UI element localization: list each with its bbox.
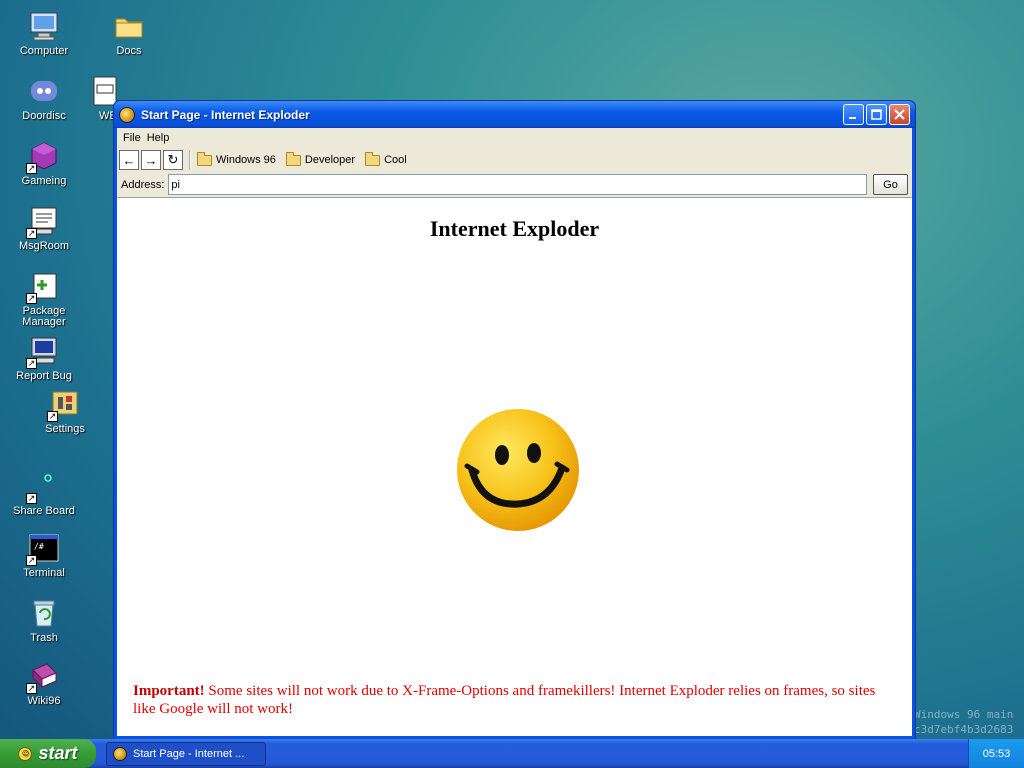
- terminal-icon: /# ↗: [26, 532, 60, 566]
- close-button[interactable]: [889, 104, 910, 125]
- favorite-label: Cool: [384, 154, 407, 166]
- shortcut-arrow-icon: ↗: [26, 555, 37, 566]
- desktop-icon-label: Package Manager: [22, 305, 66, 328]
- system-tray: 05:53: [968, 739, 1024, 768]
- taskbar-item-browser[interactable]: Start Page - Internet ...: [106, 741, 266, 766]
- taskbar-item-label: Start Page - Internet ...: [133, 747, 245, 760]
- folder-icon: [365, 151, 381, 166]
- shortcut-arrow-icon: ↗: [26, 163, 37, 174]
- shortcut-arrow-icon: ↗: [26, 293, 37, 304]
- notice-strong: Important!: [133, 683, 205, 699]
- notice-text: Some sites will not work due to X-Frame-…: [133, 683, 876, 717]
- shortcut-arrow-icon: ↗: [26, 683, 37, 694]
- page-content: Internet Exploder Important! Some sites …: [117, 198, 912, 736]
- package-icon: ↗: [26, 270, 60, 304]
- back-button[interactable]: ←: [119, 150, 139, 170]
- desktop-icon-label: Settings: [45, 423, 85, 435]
- desktop-icon-label: Share Board: [13, 505, 75, 517]
- internet-exploder-icon: [113, 746, 127, 761]
- desktop-icon-settings[interactable]: ↗ Settings: [25, 388, 105, 435]
- address-bar: Address: Go: [117, 172, 912, 198]
- start-label: start: [38, 743, 78, 763]
- share-board-icon: ↗: [26, 470, 60, 504]
- computer-icon: [28, 10, 60, 42]
- minimize-icon: [849, 117, 856, 119]
- desktop-icon-computer[interactable]: Computer: [4, 10, 84, 57]
- back-arrow-icon: ←: [122, 152, 136, 168]
- desktop-icon-share-board[interactable]: ↗ Share Board: [4, 470, 84, 517]
- address-input[interactable]: [168, 174, 867, 195]
- desktop-icon-label: Wiki96: [27, 695, 61, 707]
- book-icon: ↗: [26, 660, 60, 694]
- start-button[interactable]: ☺ start: [0, 739, 96, 768]
- desktop-icon-gameing[interactable]: ↗ Gameing: [4, 140, 84, 187]
- folder-icon: [197, 151, 212, 166]
- taskbar: ☺ start Start Page - Internet ... 05:53: [0, 739, 1024, 768]
- desktop-icon-label: Report Bug: [16, 370, 72, 382]
- desktop-icon-label: Gameing: [21, 175, 67, 187]
- maximize-button[interactable]: [866, 104, 887, 125]
- refresh-icon: ↻: [167, 152, 179, 167]
- discord-icon: [28, 75, 60, 107]
- toolbar-separator: [189, 150, 191, 170]
- toolbar: ← → ↻ Windows 96 Developer Cool: [117, 148, 912, 172]
- recycle-bin-icon: [28, 597, 60, 629]
- desktop-icon-terminal[interactable]: /# ↗ Terminal: [4, 532, 84, 579]
- build-watermark: Windows 96 main c3d7ebf4b3d2683: [914, 707, 1024, 737]
- shortcut-arrow-icon: ↗: [47, 411, 58, 422]
- clock[interactable]: 05:53: [983, 748, 1011, 760]
- watermark-line: c3d7ebf4b3d2683: [914, 723, 1014, 736]
- window-client: File Help ← → ↻ Windows 96 Developer Coo…: [117, 128, 912, 736]
- browser-window: Start Page - Internet Exploder File Help…: [113, 100, 916, 740]
- forward-arrow-icon: →: [144, 152, 158, 168]
- desktop-icon-report-bug[interactable]: ↗ Report Bug: [4, 335, 84, 382]
- favorite-windows-96[interactable]: Windows 96: [197, 151, 276, 166]
- desktop-icon-trash[interactable]: Trash: [4, 597, 84, 644]
- desktop-icon-docs[interactable]: Docs: [89, 10, 169, 57]
- menu-file[interactable]: File: [120, 132, 144, 144]
- chat-icon: ↗: [26, 205, 60, 239]
- window-titlebar[interactable]: Start Page - Internet Exploder: [114, 101, 915, 128]
- monitor-bug-icon: ↗: [26, 335, 60, 369]
- favorite-developer[interactable]: Developer: [285, 151, 356, 166]
- favorite-cool[interactable]: Cool: [365, 151, 407, 166]
- settings-icon: ↗: [47, 388, 81, 422]
- svg-text:/#: /#: [34, 542, 44, 551]
- desktop-icon-wiki96[interactable]: ↗ Wiki96: [4, 660, 84, 707]
- desktop-icon-label: Computer: [19, 45, 69, 57]
- shortcut-arrow-icon: ↗: [26, 228, 37, 239]
- shortcut-arrow-icon: ↗: [26, 493, 37, 504]
- desktop-icon-label: Terminal: [23, 567, 65, 579]
- desktop-icon-label: Doordisc: [22, 110, 66, 122]
- desktop-icon-package-manager[interactable]: ↗ Package Manager: [4, 270, 84, 328]
- favorite-label: Windows 96: [216, 154, 276, 166]
- window-title: Start Page - Internet Exploder: [141, 107, 310, 122]
- internet-exploder-icon: [119, 106, 135, 123]
- close-icon: [894, 109, 905, 120]
- minimize-button[interactable]: [843, 104, 864, 125]
- desktop-icon-msgroom[interactable]: ↗ MsgRoom: [4, 205, 84, 252]
- shortcut-arrow-icon: ↗: [26, 358, 37, 369]
- folder-icon: [285, 151, 301, 166]
- desktop-icon-doordisc[interactable]: Doordisc: [4, 75, 84, 122]
- smiley-start-icon: ☺: [18, 746, 33, 761]
- desktop-icon-label: Docs: [116, 45, 142, 57]
- forward-button[interactable]: →: [141, 150, 161, 170]
- watermark-line: Windows 96 main: [914, 708, 1014, 721]
- frames-warning-notice: Important! Some sites will not work due …: [133, 682, 894, 718]
- game-cube-icon: ↗: [26, 140, 60, 174]
- menu-help[interactable]: Help: [144, 132, 173, 144]
- go-button[interactable]: Go: [873, 174, 908, 195]
- smiley-face-image: [456, 408, 580, 532]
- maximize-icon: [871, 109, 882, 120]
- menu-bar: File Help: [117, 128, 912, 148]
- page-title: Internet Exploder: [429, 216, 600, 241]
- folder-icon: [113, 10, 145, 42]
- address-label: Address:: [121, 178, 165, 191]
- desktop-icon-label: Trash: [30, 632, 58, 644]
- refresh-button[interactable]: ↻: [163, 150, 183, 170]
- favorite-label: Developer: [304, 154, 356, 166]
- desktop-icon-label: MsgRoom: [18, 240, 70, 252]
